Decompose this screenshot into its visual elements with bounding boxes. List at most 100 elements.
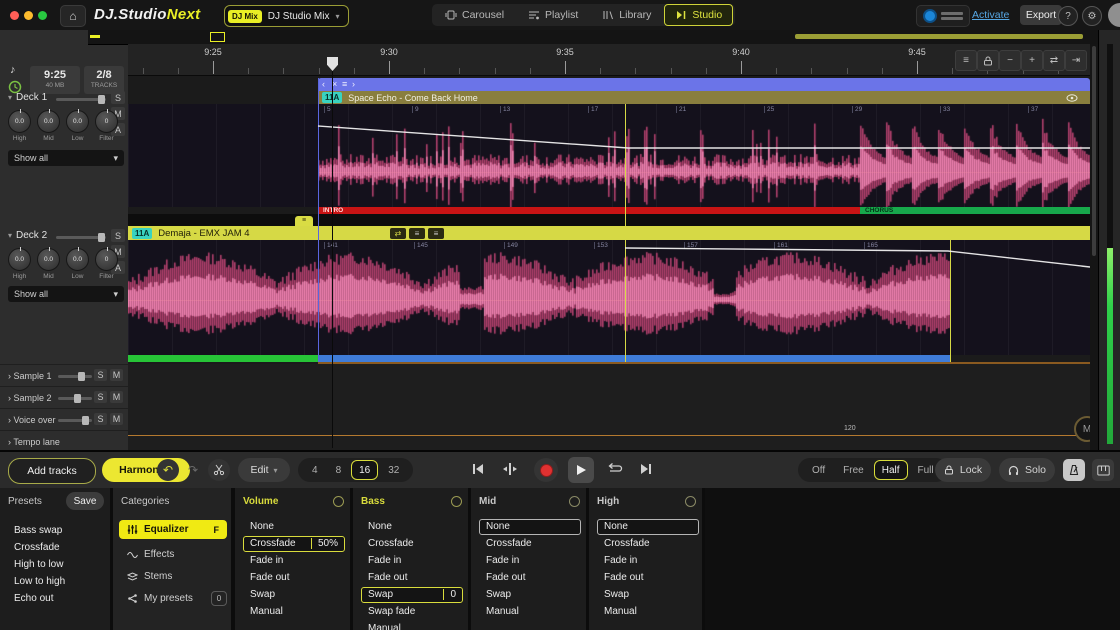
eq-option[interactable]: Swap — [239, 586, 347, 603]
category-my-presets[interactable]: My presets 0 — [119, 590, 227, 606]
eq-option[interactable]: Fade in — [357, 552, 465, 569]
eq-option[interactable]: Manual — [239, 603, 347, 620]
eq-option[interactable]: None — [357, 518, 465, 535]
curve-indicator-icon[interactable] — [333, 496, 344, 507]
deck1-header[interactable]: ▾ Deck 1 — [8, 92, 47, 103]
eq-option[interactable]: Swap0 — [357, 586, 465, 603]
tab-library[interactable]: Library — [591, 4, 662, 26]
knob-dial[interactable]: 0.0 — [37, 110, 60, 133]
grid-size-option[interactable]: 4 — [304, 460, 326, 480]
tab-playlist[interactable]: Playlist — [517, 4, 589, 26]
snap-playhead-button[interactable] — [502, 461, 518, 477]
save-preset-button[interactable]: Save — [66, 492, 104, 510]
voice-over-mute-button[interactable]: M — [110, 413, 123, 425]
help-button[interactable]: ? — [1058, 6, 1078, 26]
project-selector[interactable]: DJ Mix DJ Studio Mix ▾ — [224, 5, 349, 27]
knob-dial[interactable]: 0.0 — [8, 248, 31, 271]
add-tracks-button[interactable]: Add tracks — [8, 458, 96, 484]
redo-button[interactable]: ↷ — [182, 459, 204, 481]
window-minimize-dot[interactable] — [24, 11, 33, 20]
eq-option[interactable]: None — [475, 518, 583, 535]
curve-indicator-icon[interactable] — [451, 496, 462, 507]
loop-button[interactable] — [606, 461, 623, 477]
eq-knob[interactable]: 0.0 High — [7, 110, 32, 142]
eq-option[interactable]: Crossfade — [475, 535, 583, 552]
preset-item[interactable]: Echo out — [0, 590, 110, 607]
preset-item[interactable]: Low to high — [0, 573, 110, 590]
curve-indicator-icon[interactable] — [569, 496, 580, 507]
play-button[interactable] — [568, 457, 594, 483]
lane-voice-over[interactable]: › Voice over S M — [0, 408, 128, 431]
eq-option[interactable]: Manual — [475, 603, 583, 620]
deck2-volume-thumb[interactable] — [98, 233, 105, 242]
sample1-slider[interactable] — [58, 375, 92, 378]
skip-start-button[interactable] — [470, 461, 486, 477]
deck2-header[interactable]: ▾ Deck 2 — [8, 230, 47, 241]
eq-knob[interactable]: 0.0 Mid — [36, 248, 61, 280]
eq-knob[interactable]: 0 Filter — [94, 248, 119, 280]
eq-option[interactable]: Swap fade — [357, 603, 465, 620]
eq-option[interactable]: Manual — [357, 620, 465, 630]
grid-size-option[interactable]: 32 — [380, 460, 407, 480]
window-close-dot[interactable] — [10, 11, 19, 20]
deck2-show-all-select[interactable]: Show all ▾ — [8, 286, 124, 302]
vertical-scrollbar[interactable] — [1090, 44, 1098, 450]
sample1-thumb[interactable] — [78, 372, 85, 381]
grid-size-option[interactable]: 8 — [328, 460, 350, 480]
eq-knob[interactable]: 0.0 Low — [65, 110, 90, 142]
deck1-volume-thumb[interactable] — [98, 95, 105, 104]
eq-knob[interactable]: 0 Filter — [94, 110, 119, 142]
knob-dial[interactable]: 0.0 — [66, 110, 89, 133]
eq-option[interactable]: None — [593, 518, 699, 535]
scrollbar-thumb[interactable] — [1092, 46, 1096, 256]
eq-option[interactable]: Manual — [593, 603, 699, 620]
home-button[interactable]: ⌂ — [60, 5, 86, 27]
deck1-show-all-select[interactable]: Show all ▾ — [8, 150, 124, 166]
eq-option[interactable]: Fade out — [475, 569, 583, 586]
lane-tempo[interactable]: › Tempo lane — [0, 430, 128, 451]
eq-option[interactable]: Crossfade50% — [239, 535, 347, 552]
settings-button[interactable]: ⚙ — [1082, 6, 1102, 26]
timeline[interactable]: 9:259:309:359:409:45 ≡ − + ⇄ ⇥ ‹ × ≡ › 1… — [128, 44, 1090, 450]
eq-option[interactable]: None — [239, 518, 347, 535]
midi-keyboard-button[interactable] — [1092, 459, 1114, 481]
category-stems[interactable]: Stems — [119, 568, 227, 584]
grid-size-option[interactable]: 16 — [351, 460, 378, 480]
sync-mode-option[interactable]: Free — [835, 460, 872, 480]
deck2-solo-button[interactable]: S — [111, 229, 125, 242]
tab-studio[interactable]: Studio — [664, 4, 733, 26]
eq-knob[interactable]: 0.0 Low — [65, 248, 90, 280]
sync-mode-option[interactable]: Off — [804, 460, 833, 480]
skip-end-button[interactable] — [638, 461, 654, 477]
eq-option[interactable]: Fade in — [239, 552, 347, 569]
activate-link[interactable]: Activate — [972, 9, 1009, 21]
eq-option[interactable]: Fade out — [593, 569, 699, 586]
eq-option[interactable]: Swap — [475, 586, 583, 603]
knob-dial[interactable]: 0.0 — [66, 248, 89, 271]
voice-over-solo-button[interactable]: S — [94, 413, 107, 425]
preset-item[interactable]: Bass swap — [0, 522, 110, 539]
record-button[interactable] — [534, 458, 558, 482]
lane-sample2[interactable]: › Sample 2 S M — [0, 386, 128, 409]
eq-option[interactable]: Fade out — [239, 569, 347, 586]
deck1-solo-button[interactable]: S — [111, 91, 125, 104]
eq-option[interactable]: Crossfade — [357, 535, 465, 552]
timeline-minimap[interactable] — [88, 30, 1120, 45]
preset-item[interactable]: Crossfade — [0, 539, 110, 556]
eq-knob[interactable]: 0.0 Mid — [36, 110, 61, 142]
eq-option[interactable]: Fade in — [475, 552, 583, 569]
sync-mode-option[interactable]: Half — [874, 460, 908, 480]
curve-indicator-icon[interactable] — [685, 496, 696, 507]
split-button[interactable] — [208, 459, 230, 481]
knob-dial[interactable]: 0 — [95, 248, 118, 271]
preset-item[interactable]: High to low — [0, 556, 110, 573]
eq-option[interactable]: Crossfade — [593, 535, 699, 552]
minimap-viewport-handle[interactable] — [210, 32, 225, 42]
sample2-solo-button[interactable]: S — [94, 391, 107, 403]
lock-button[interactable]: Lock — [935, 458, 991, 482]
edit-button[interactable]: Edit ▾ — [238, 458, 290, 482]
lane-sample1[interactable]: › Sample 1 S M — [0, 364, 128, 387]
eq-knob[interactable]: 0.0 High — [7, 248, 32, 280]
category-equalizer[interactable]: Equalizer F — [119, 520, 227, 539]
knob-dial[interactable]: 0 — [95, 110, 118, 133]
